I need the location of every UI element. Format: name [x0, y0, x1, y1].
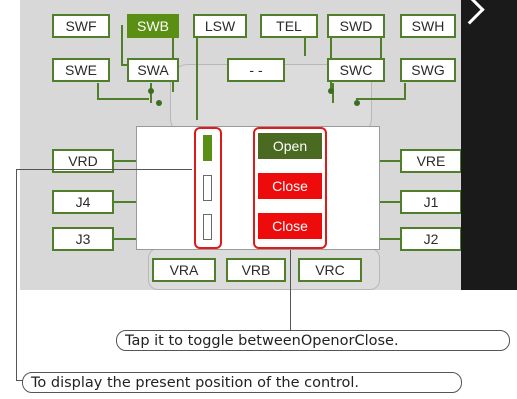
leader-toggle-v [290, 250, 291, 332]
connector-dot [328, 88, 334, 94]
toggle-panel: Open Close Close [136, 126, 380, 250]
control-vra[interactable]: VRA [152, 258, 216, 282]
switch-swg[interactable]: SWG [400, 58, 456, 82]
wire-swe [97, 83, 99, 99]
position-indicator-2 [203, 175, 212, 201]
switch-swc[interactable]: SWC [327, 58, 385, 82]
wire-j1 [380, 201, 402, 203]
switch-swe[interactable]: SWE [52, 58, 110, 82]
position-indicator-3 [203, 214, 212, 240]
switch-unassigned[interactable]: - - [227, 58, 285, 82]
wire-swe-h [97, 98, 149, 100]
connector-dot [354, 100, 360, 106]
control-j4[interactable]: J4 [52, 190, 114, 214]
switch-lsw[interactable]: LSW [193, 14, 247, 38]
control-j1[interactable]: J1 [400, 190, 461, 214]
position-callout: To display the present position of the c… [22, 372, 462, 393]
toggle-button-3[interactable]: Close [258, 213, 322, 239]
wire-lsw [196, 36, 198, 120]
wire-vre [380, 160, 402, 162]
switch-swf[interactable]: SWF [52, 14, 110, 38]
wire-tel [304, 36, 306, 56]
side-bar [454, 0, 517, 290]
switch-swb[interactable]: SWB [127, 14, 179, 38]
toggle-button-1[interactable]: Open [258, 133, 322, 159]
switch-tel[interactable]: TEL [260, 14, 318, 38]
switch-swh[interactable]: SWH [400, 14, 456, 38]
connector-dot [148, 88, 154, 94]
control-vre[interactable]: VRE [400, 149, 461, 173]
control-j2[interactable]: J2 [400, 227, 461, 251]
switch-swa[interactable]: SWA [127, 58, 179, 82]
wire-swg [404, 83, 406, 99]
switch-swd[interactable]: SWD [327, 14, 385, 38]
wire-swg-h [356, 98, 406, 100]
leader-position-h [16, 169, 192, 170]
toggle-callout: Tap it to toggle between Open or Close. [116, 330, 510, 351]
wire-swf [121, 25, 123, 65]
connector-dot [156, 100, 162, 106]
toggle-button-2[interactable]: Close [258, 173, 322, 199]
leader-position-v [16, 169, 17, 380]
wire-j2 [380, 238, 402, 240]
control-vrb[interactable]: VRB [226, 258, 286, 282]
control-j3[interactable]: J3 [52, 227, 114, 251]
position-indicator-1 [203, 135, 212, 161]
control-vrc[interactable]: VRC [298, 258, 362, 282]
